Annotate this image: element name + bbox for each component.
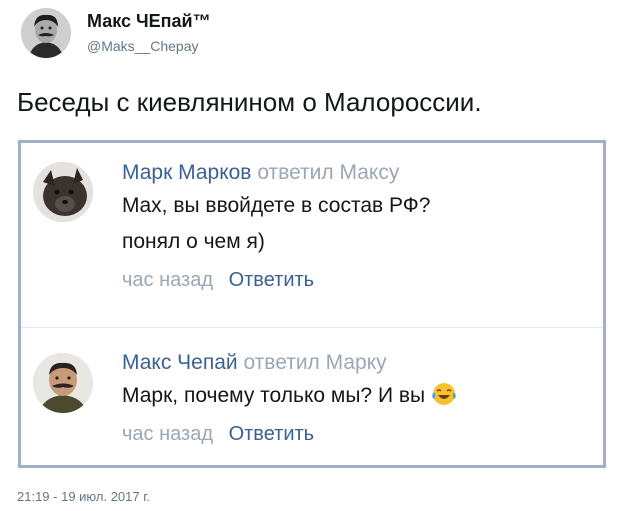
- commenter-avatar[interactable]: [33, 353, 93, 413]
- tweet-text: Беседы с киевлянином о Малороссии.: [17, 87, 482, 117]
- commenter-name[interactable]: Марк Марков: [122, 161, 251, 184]
- tweet-header: Макс ЧЕпай™ @Maks__Chepay: [17, 4, 617, 68]
- author-name[interactable]: Макс ЧЕпай™: [87, 10, 211, 32]
- comment: Макс Чепай ответил Марку Марк, почему то…: [21, 328, 603, 468]
- tweet-timestamp[interactable]: 21:19 - 19 июл. 2017 г.: [17, 488, 150, 506]
- author-avatar[interactable]: [21, 8, 71, 58]
- mustache-man-avatar-icon: [33, 353, 93, 413]
- comment-text-line-wrap: Марк, почему только мы? И вы: [122, 378, 457, 414]
- tears-of-joy-emoji-icon: [432, 383, 456, 405]
- dog-avatar-icon: [33, 162, 93, 222]
- comment-text-line: Марк, почему только мы? И вы: [122, 384, 426, 407]
- commenter-name[interactable]: Макс Чепай: [122, 351, 238, 374]
- comment: Марк Марков ответил Максу Max, вы ввойде…: [21, 143, 603, 328]
- replied-to-text: ответил Марку: [243, 351, 387, 374]
- comment-text-line: понял о чем я): [122, 230, 265, 253]
- reply-button[interactable]: Ответить: [229, 269, 315, 291]
- comment-text-line: Max, вы ввойдете в состав РФ?: [122, 194, 431, 217]
- embedded-screenshot: Марк Марков ответил Максу Max, вы ввойде…: [18, 140, 606, 468]
- reply-button[interactable]: Ответить: [229, 423, 315, 445]
- man-portrait-icon: [21, 8, 71, 58]
- commenter-avatar[interactable]: [33, 162, 93, 222]
- comment-time: час назад: [122, 423, 214, 445]
- author-handle[interactable]: @Maks__Chepay: [87, 36, 211, 56]
- replied-to-text: ответил Максу: [257, 161, 400, 184]
- comment-time: час назад: [122, 269, 214, 291]
